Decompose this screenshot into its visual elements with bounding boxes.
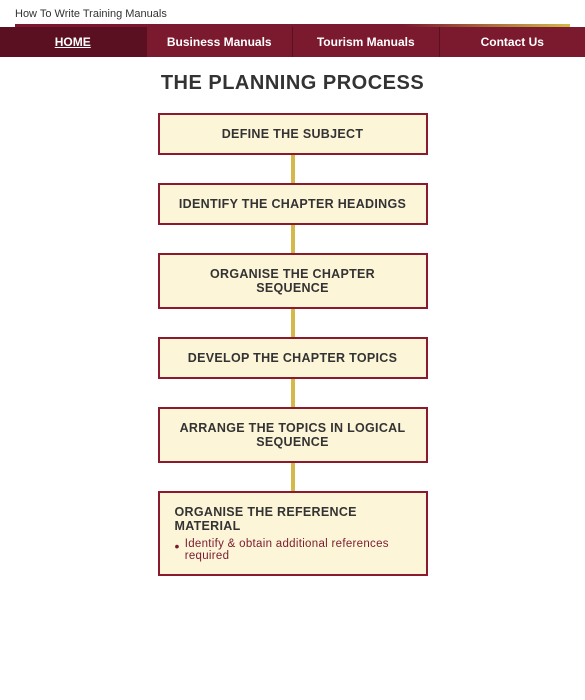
step-organise-sequence: ORGANISE THE CHAPTER SEQUENCE [158, 253, 428, 309]
page-title: THE PLANNING PROCESS [161, 72, 424, 95]
nav-tourism-manuals[interactable]: Tourism Manuals [293, 27, 440, 57]
site-label: How To Write Training Manuals [15, 8, 167, 20]
nav-contact-us[interactable]: Contact Us [440, 27, 585, 57]
connector-4 [291, 379, 295, 407]
step-develop-topics: DEVELOP THE CHAPTER TOPICS [158, 337, 428, 379]
step-define-subject: DEFINE THE SUBJECT [158, 113, 428, 155]
nav-bar: HOME Business Manuals Tourism Manuals Co… [0, 27, 585, 57]
connector-1 [291, 155, 295, 183]
connector-2 [291, 225, 295, 253]
flowchart: DEFINE THE SUBJECT IDENTIFY THE CHAPTER … [40, 113, 545, 576]
step-identify-headings: IDENTIFY THE CHAPTER HEADINGS [158, 183, 428, 225]
nav-home[interactable]: HOME [0, 27, 147, 57]
top-bar: How To Write Training Manuals [0, 0, 585, 24]
main-content: THE PLANNING PROCESS DEFINE THE SUBJECT … [0, 57, 585, 700]
nav-business-manuals[interactable]: Business Manuals [147, 27, 294, 57]
connector-3 [291, 309, 295, 337]
page-wrapper: How To Write Training Manuals HOME Busin… [0, 0, 585, 700]
step-organise-reference: ORGANISE THE REFERENCE MATERIAL Identify… [158, 491, 428, 576]
connector-5 [291, 463, 295, 491]
step-6-bullet: Identify & obtain additional references … [175, 538, 411, 562]
step-arrange-topics: ARRANGE THE TOPICS IN LOGICAL SEQUENCE [158, 407, 428, 463]
